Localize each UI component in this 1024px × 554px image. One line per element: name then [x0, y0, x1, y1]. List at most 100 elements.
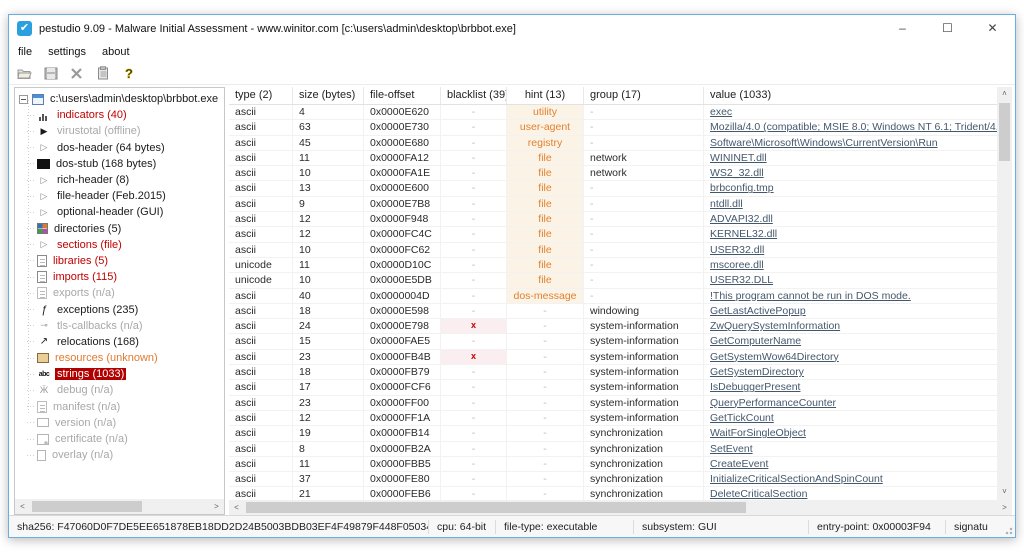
menu-settings[interactable]: settings [48, 46, 86, 58]
scrollbar-thumb[interactable] [32, 501, 142, 512]
string-value-link[interactable]: WaitForSingleObject [710, 427, 806, 439]
string-value-link[interactable]: GetSystemDirectory [710, 366, 804, 378]
tree-item-exceptions-235-[interactable]: exceptions (235) [19, 301, 224, 317]
menu-about[interactable]: about [102, 46, 130, 58]
table-row[interactable]: ascii 21 0x0000FEB6- - synchronization Delete… [229, 487, 997, 500]
string-value-link[interactable]: IsDebuggerPresent [710, 381, 800, 393]
string-value-link[interactable]: USER32.dll [710, 244, 764, 256]
table-row[interactable]: unicode 11 0x0000D10C - file - mscoree.dll [229, 257, 997, 274]
string-value-link[interactable]: exec [710, 106, 732, 118]
table-horizontal-scrollbar[interactable]: < > [229, 500, 1012, 515]
string-value-link[interactable]: SetEvent [710, 443, 753, 455]
string-value-link[interactable]: !This program cannot be run in DOS mode. [710, 290, 911, 302]
table-row[interactable]: ascii 17 0x0000FCF6- - system-information IsD… [229, 380, 997, 396]
column-header-blacklist[interactable]: blacklist (39) [441, 87, 507, 104]
scrollbar-thumb[interactable] [999, 103, 1010, 161]
string-value-link[interactable]: WS2_32.dll [710, 167, 764, 179]
delete-icon[interactable] [68, 65, 85, 82]
tree-item-file-header-feb-2015-[interactable]: file-header (Feb.2015) [19, 188, 224, 204]
table-row[interactable]: ascii 19 0x0000FB14- - synchronization WaitFo… [229, 426, 997, 442]
table-row[interactable]: ascii 63 0x0000E730- user-agent - Mozilla/4.0… [229, 120, 997, 136]
string-value-link[interactable]: CreateEvent [710, 458, 768, 470]
table-row[interactable]: ascii 8 0x0000FB2A - - synchronization SetEven… [229, 441, 997, 457]
tree-item-certificate-n-a-[interactable]: certificate (n/a) [19, 431, 224, 447]
string-value-link[interactable]: KERNEL32.dll [710, 228, 777, 240]
tree-item-indicators-40-[interactable]: indicators (40) [19, 107, 224, 123]
table-row[interactable]: unicode 10 0x0000E5DB - file - USER32.DLL [229, 273, 997, 289]
scroll-left-icon[interactable]: < [229, 500, 244, 515]
string-value-link[interactable]: InitializeCriticalSectionAndSpinCount [710, 473, 883, 485]
table-row[interactable]: ascii 12 0x0000F948- file - ADVAPI32.dll [229, 212, 997, 228]
table-row[interactable]: ascii 15 0x0000FAE5- - system-information Get… [229, 334, 997, 350]
table-row[interactable]: ascii 18 0x0000FB79- - system-information Get… [229, 365, 997, 381]
column-header-hint[interactable]: hint (13) [507, 87, 584, 104]
scroll-down-icon[interactable]: ˅ [997, 485, 1012, 500]
maximize-button[interactable]: ☐ [925, 15, 970, 42]
table-row[interactable]: ascii 45 0x0000E680- registry - Software\Micr… [229, 135, 997, 151]
table-row[interactable]: ascii 40 0x0000004D - dos-message - !This prog… [229, 288, 997, 304]
tree-item-rich-header-8-[interactable]: rich-header (8) [19, 172, 224, 188]
table-row[interactable]: ascii 23 0x0000FB4B x - system-information Get… [229, 349, 997, 366]
table-row[interactable]: ascii 23 0x0000FF00- - system-information Que… [229, 395, 997, 411]
open-folder-icon[interactable] [16, 65, 33, 82]
string-value-link[interactable]: QueryPerformanceCounter [710, 397, 836, 409]
close-button[interactable]: ✕ [970, 15, 1015, 42]
column-header-value[interactable]: value (1033) [704, 87, 997, 104]
tree-item-libraries-5-[interactable]: libraries (5) [19, 253, 224, 269]
table-vertical-scrollbar[interactable]: ˄ ˅ [997, 87, 1012, 500]
tree-item-exports-n-a-[interactable]: exports (n/a) [19, 285, 224, 301]
table-row[interactable]: ascii 37 0x0000FE80- - synchronization Initia… [229, 472, 997, 488]
help-icon[interactable]: ? [120, 65, 137, 82]
column-header-offset[interactable]: file-offset [364, 87, 441, 104]
tree-item-overlay-n-a-[interactable]: overlay (n/a) [19, 447, 224, 463]
table-row[interactable]: ascii 11 0x0000FA12- file network WININET.dll [229, 150, 997, 167]
string-value-link[interactable]: GetComputerName [710, 335, 801, 347]
table-row[interactable]: ascii 12 0x0000FF1A - - system-information Get… [229, 410, 997, 427]
string-value-link[interactable]: ZwQuerySystemInformation [710, 320, 840, 332]
tree-item-optional-header-gui-[interactable]: optional-header (GUI) [19, 204, 224, 220]
tree-item-debug-n-a-[interactable]: debug (n/a) [19, 382, 224, 398]
tree-item-relocations-168-[interactable]: relocations (168) [19, 334, 224, 350]
string-value-link[interactable]: USER32.DLL [710, 274, 773, 286]
tree-item-resources-unknown-[interactable]: resources (unknown) [19, 350, 224, 366]
tree-item-directories-5-[interactable]: directories (5) [19, 221, 224, 237]
string-value-link[interactable]: GetLastActivePopup [710, 305, 806, 317]
scroll-up-icon[interactable]: ˄ [997, 87, 1012, 102]
table-row[interactable]: ascii 10 0x0000FA1E - file network WS2_32.dll [229, 166, 997, 182]
titlebar[interactable]: ✔ pestudio 9.09 - Malware Initial Assess… [9, 15, 1015, 42]
scroll-right-icon[interactable]: > [209, 499, 224, 514]
table-row[interactable]: ascii 12 0x0000FC4C - file - KERNEL32.dll [229, 227, 997, 243]
string-value-link[interactable]: DeleteCriticalSection [710, 488, 807, 500]
tree-item-sections-file-[interactable]: sections (file) [19, 237, 224, 253]
column-header-type[interactable]: type (2) [229, 87, 293, 104]
string-value-link[interactable]: ntdll.dll [710, 198, 743, 210]
tree-item-c-users-admin-desktop-brbbot-exe[interactable]: c:\users\admin\desktop\brbbot.exe [19, 91, 224, 107]
column-header-group[interactable]: group (17) [584, 87, 704, 104]
resize-grip-icon[interactable] [1003, 525, 1013, 535]
string-value-link[interactable]: brbconfig.tmp [710, 182, 774, 194]
string-value-link[interactable]: WININET.dll [710, 152, 767, 164]
string-value-link[interactable]: Software\Microsoft\Windows\CurrentVersio… [710, 137, 938, 149]
tree-collapse-icon[interactable] [19, 94, 28, 104]
minimize-button[interactable]: – [880, 15, 925, 42]
string-value-link[interactable]: GetTickCount [710, 412, 774, 424]
scroll-right-icon[interactable]: > [997, 500, 1012, 515]
table-row[interactable]: ascii 24 0x0000E798 x - system-information ZwQ… [229, 319, 997, 335]
tree-item-manifest-n-a-[interactable]: manifest (n/a) [19, 399, 224, 415]
save-icon[interactable] [42, 65, 59, 82]
tree-horizontal-scrollbar[interactable]: < > [15, 499, 224, 514]
scrollbar-thumb[interactable] [246, 502, 746, 513]
tree-item-dos-stub-168-bytes-[interactable]: dos-stub (168 bytes) [19, 156, 224, 172]
table-row[interactable]: ascii 4 0x0000E620- utility - exec [229, 105, 997, 121]
table-row[interactable]: ascii 11 0x0000FBB5- - synchronization Create… [229, 456, 997, 473]
tree-item-virustotal-offline-[interactable]: virustotal (offline) [19, 123, 224, 139]
string-value-link[interactable]: mscoree.dll [710, 259, 764, 271]
tree-item-version-n-a-[interactable]: version (n/a) [19, 415, 224, 431]
tree-item-strings-1033-[interactable]: strings (1033) [19, 366, 224, 382]
string-value-link[interactable]: GetSystemWow64Directory [710, 351, 839, 363]
table-row[interactable]: ascii 18 0x0000E598- - windowing GetLastActiv… [229, 303, 997, 320]
tree-item-tls-callbacks-n-a-[interactable]: tls-callbacks (n/a) [19, 318, 224, 334]
string-value-link[interactable]: Mozilla/4.0 (compatible; MSIE 8.0; Windo… [710, 121, 997, 133]
tree-item-dos-header-64-bytes-[interactable]: dos-header (64 bytes) [19, 140, 224, 156]
table-row[interactable]: ascii 10 0x0000FC62- file - USER32.dll [229, 242, 997, 258]
